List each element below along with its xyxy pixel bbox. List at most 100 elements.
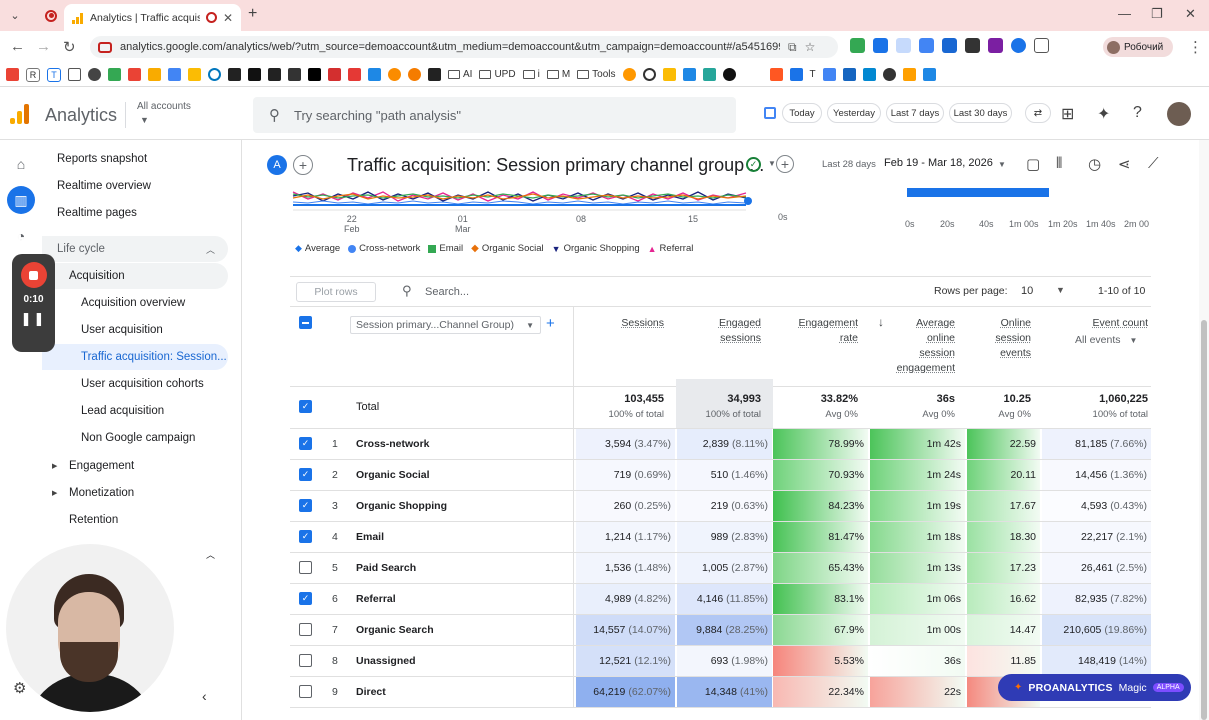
row-checkbox[interactable] bbox=[299, 561, 312, 574]
bookmark-icon[interactable] bbox=[148, 68, 161, 81]
column-header-event-count[interactable]: Event count bbox=[1060, 316, 1148, 331]
legend-item-referral[interactable]: ▲ Referral bbox=[648, 243, 694, 254]
profile-chip[interactable]: Робочий bbox=[1103, 37, 1173, 57]
close-window-icon[interactable]: ✕ bbox=[1185, 6, 1196, 22]
bookmark-star-icon[interactable]: ☆ bbox=[805, 40, 816, 54]
bookmark-icon[interactable] bbox=[88, 68, 101, 81]
nav-item-realtime-pages[interactable]: Realtime pages bbox=[42, 200, 232, 226]
bookmark-icon[interactable] bbox=[902, 68, 916, 81]
channel-name[interactable]: Organic Social bbox=[356, 469, 430, 481]
minimize-icon[interactable]: — bbox=[1118, 6, 1131, 21]
extension-icon[interactable] bbox=[942, 38, 957, 53]
share-icon[interactable]: ⋖ bbox=[1118, 155, 1131, 173]
bookmark-icon[interactable] bbox=[228, 68, 241, 81]
chip-today[interactable]: Today bbox=[782, 103, 822, 123]
add-comparison-icon[interactable]: + bbox=[293, 155, 313, 175]
omnibox[interactable]: analytics.google.com/analytics/web/?utm_… bbox=[90, 36, 838, 58]
stop-recording-button[interactable] bbox=[20, 262, 47, 288]
table-row[interactable]: 8 Unassigned 12,521 (12.1%) 693 (1.98%) 5.53% 3… bbox=[290, 645, 1151, 677]
column-header-sessions[interactable]: Sessions bbox=[580, 316, 664, 331]
translate-icon[interactable]: ⧉ bbox=[788, 40, 797, 55]
bookmark-folder[interactable]: M bbox=[546, 69, 570, 80]
extension-icon[interactable] bbox=[850, 38, 865, 53]
edit-report-icon[interactable]: ▢ bbox=[1026, 155, 1040, 173]
tab-search-icon[interactable]: ⌄ bbox=[4, 5, 26, 27]
title-caret-icon[interactable]: ▼ bbox=[768, 159, 776, 168]
reload-icon[interactable]: ↻ bbox=[63, 38, 76, 56]
bookmark-icon[interactable] bbox=[622, 68, 636, 81]
compare-swap-icon[interactable]: ⇄ bbox=[1025, 103, 1051, 123]
date-range-picker[interactable]: Feb 19 - Mar 18, 2026 bbox=[884, 157, 993, 169]
row-checkbox[interactable]: ✓ bbox=[299, 499, 312, 512]
row-checkbox[interactable] bbox=[299, 623, 312, 636]
table-row[interactable]: 7 Organic Search 14,557 (14.07%) 9,884 (28.25… bbox=[290, 614, 1151, 646]
apps-grid-icon[interactable] bbox=[68, 68, 81, 81]
row-checkbox[interactable] bbox=[299, 685, 312, 698]
customize-report-icon[interactable]: ⫴ bbox=[1056, 155, 1062, 172]
nav-item-user-acquisition[interactable]: User acquisition bbox=[42, 317, 232, 343]
reports-icon[interactable]: ▥ bbox=[7, 186, 35, 214]
bookmark-icon[interactable] bbox=[428, 68, 441, 81]
bookmark-icon[interactable] bbox=[682, 68, 696, 81]
row-checkbox[interactable] bbox=[299, 654, 312, 667]
extension-icon[interactable] bbox=[988, 38, 1003, 53]
nav-section-life-cycle[interactable]: Life cycle ︿ bbox=[42, 236, 228, 262]
row-checkbox[interactable]: ✓ bbox=[299, 468, 312, 481]
bookmark-folder[interactable]: i bbox=[522, 69, 540, 80]
chip-last-30-days[interactable]: Last 30 days bbox=[949, 103, 1012, 123]
bookmark-icon[interactable] bbox=[408, 68, 421, 81]
sort-descending-icon[interactable]: ↓ bbox=[878, 315, 884, 329]
channel-name[interactable]: Organic Search bbox=[356, 624, 434, 636]
rows-per-page-caret-icon[interactable]: ▼ bbox=[1056, 285, 1065, 295]
recording-tab-icon[interactable] bbox=[40, 5, 62, 27]
maximize-icon[interactable]: ❐ bbox=[1151, 6, 1163, 22]
channel-name[interactable]: Email bbox=[356, 531, 384, 543]
pause-recording-button[interactable]: ❚❚ bbox=[21, 311, 47, 327]
bookmark-t-ext[interactable]: T bbox=[810, 69, 816, 80]
table-row[interactable]: ✓ 3 Organic Shopping 260 (0.25%) 219 (0.63%) 84… bbox=[290, 490, 1151, 522]
apps-grid-icon[interactable]: ⊞ bbox=[1061, 104, 1074, 124]
bookmark-icon[interactable] bbox=[288, 68, 301, 81]
channel-name[interactable]: Cross-network bbox=[356, 438, 430, 450]
extension-icon[interactable] bbox=[873, 38, 888, 53]
channel-name[interactable]: Organic Shopping bbox=[356, 500, 447, 512]
bookmark-t[interactable]: T bbox=[47, 67, 61, 82]
nav-item-user-acquisition-cohorts[interactable]: User acquisition cohorts bbox=[42, 371, 232, 397]
nav-item-traffic-acquisition[interactable]: Traffic acquisition: Session... bbox=[42, 344, 228, 370]
bookmark-icon[interactable] bbox=[388, 68, 401, 81]
column-header-avg-online-session-engagement[interactable]: Average online session engagement bbox=[890, 316, 955, 376]
row-checkbox[interactable]: ✓ bbox=[299, 437, 312, 450]
chevron-up-icon[interactable]: ︿ bbox=[206, 548, 215, 561]
column-header-online-session-events[interactable]: Online session events bbox=[990, 316, 1031, 361]
settings-gear-icon[interactable]: ⚙ bbox=[13, 679, 26, 697]
explore-icon[interactable]: ◔ bbox=[7, 222, 35, 250]
nav-item-acquisition-overview[interactable]: Acquisition overview bbox=[42, 290, 232, 316]
table-row[interactable]: 5 Paid Search 1,536 (1.48%) 1,005 (2.87%) 65.4… bbox=[290, 552, 1151, 584]
add-filter-icon[interactable]: + bbox=[776, 155, 794, 173]
bookmark-icon[interactable] bbox=[328, 68, 341, 81]
browser-menu-icon[interactable]: ⋮ bbox=[1188, 38, 1203, 56]
channel-name[interactable]: Referral bbox=[356, 593, 396, 605]
nav-item-lead-acquisition[interactable]: Lead acquisition bbox=[42, 398, 232, 424]
saved-check-icon[interactable]: ✓ bbox=[746, 157, 761, 172]
rows-per-page-select[interactable]: 10 bbox=[1021, 285, 1033, 297]
nav-item-reports-snapshot[interactable]: Reports snapshot bbox=[42, 146, 232, 172]
plot-rows-button[interactable]: Plot rows bbox=[296, 282, 376, 302]
table-row[interactable]: ✓ 2 Organic Social 719 (0.69%) 510 (1.46%) 70.9… bbox=[290, 459, 1151, 491]
bookmark-icon[interactable] bbox=[642, 68, 656, 81]
bookmark-icon[interactable] bbox=[789, 68, 803, 81]
nav-item-realtime-overview[interactable]: Realtime overview bbox=[42, 173, 232, 199]
add-dimension-icon[interactable]: + bbox=[546, 315, 555, 332]
calendar-icon[interactable] bbox=[764, 107, 776, 119]
channel-name[interactable]: Paid Search bbox=[356, 562, 416, 574]
chip-last-7-days[interactable]: Last 7 days bbox=[886, 103, 944, 123]
collapse-nav-icon[interactable]: ‹ bbox=[202, 688, 207, 704]
legend-item-email[interactable]: Email bbox=[428, 243, 463, 254]
bookmark-icon[interactable] bbox=[769, 68, 783, 81]
extensions-puzzle-icon[interactable] bbox=[1034, 38, 1049, 53]
bookmark-folder[interactable]: Tools bbox=[577, 69, 616, 80]
total-checkbox[interactable]: ✓ bbox=[299, 400, 312, 413]
row-checkbox[interactable]: ✓ bbox=[299, 530, 312, 543]
bookmark-icon[interactable] bbox=[208, 68, 221, 81]
bookmark-icon[interactable] bbox=[662, 68, 676, 81]
